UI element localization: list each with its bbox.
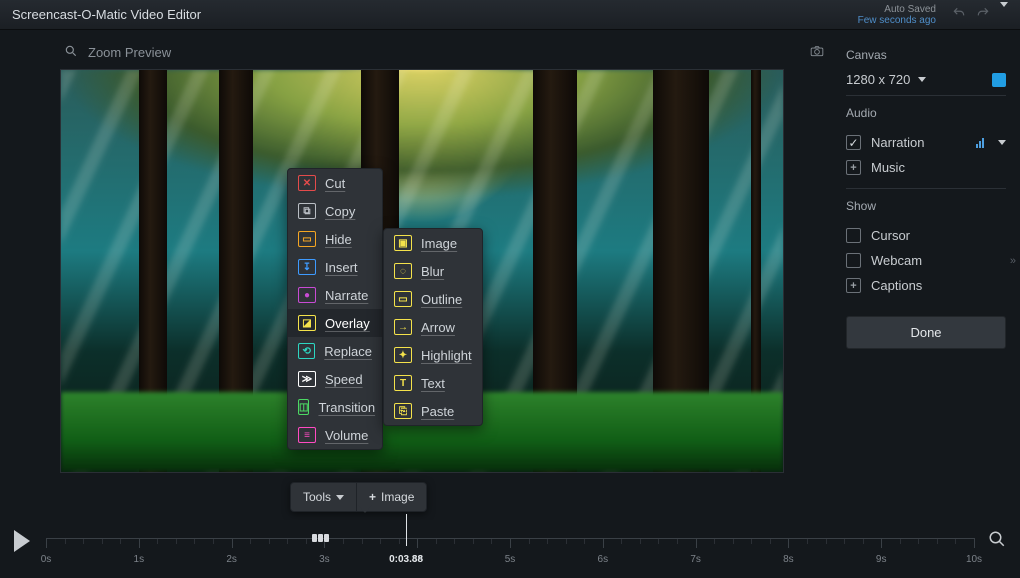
overlay-item-paste[interactable]: ⎘Paste [384,397,482,425]
tools-item-volume[interactable]: ≡Volume [288,421,382,449]
copy-icon: ⧉ [298,203,316,219]
show-header: Show [846,199,1006,213]
chevron-down-icon [336,495,344,500]
tools-item-narrate[interactable]: ●Narrate [288,281,382,309]
search-icon [64,44,78,61]
checkbox-empty-icon [846,253,861,268]
timeline-track[interactable]: 0s1s2s3s4s5s6s7s8s9s10s0:03.88 [46,538,974,568]
tick-label: 8s [783,554,794,565]
menu-caret-icon[interactable] [1000,7,1008,22]
canvas-background-swatch[interactable] [992,73,1006,87]
plus-box-icon [846,278,861,293]
overlay-submenu: ▣Image◌Blur▭Outline→Arrow✦HighlightTText… [383,228,483,426]
insert-icon: ↧ [298,259,316,275]
toolbar-pointer-icon [358,505,372,513]
overlay-icon: ◪ [298,315,316,331]
volume-icon: ≡ [298,427,316,443]
outline-icon: ▭ [394,291,412,307]
audio-header: Audio [846,106,1006,120]
text-icon: T [394,375,412,391]
play-button[interactable] [14,530,30,552]
checkbox-empty-icon [846,228,861,243]
overlay-item-image[interactable]: ▣Image [384,229,482,257]
add-captions-button[interactable]: Captions [846,273,1006,298]
snapshot-icon[interactable] [810,44,824,61]
overlay-item-arrow[interactable]: →Arrow [384,313,482,341]
chevron-down-icon[interactable] [998,140,1006,145]
zoom-preview-label[interactable]: Zoom Preview [88,45,171,60]
highlight-icon: ✦ [394,347,412,363]
overlay-item-text[interactable]: TText [384,369,482,397]
tools-item-replace[interactable]: ⟲Replace [288,337,382,365]
audio-level-icon [976,138,984,148]
side-panel: Canvas 1280 x 720 Audio Narration Music … [840,30,1020,520]
replace-icon: ⟲ [298,343,315,359]
overlay-item-highlight[interactable]: ✦Highlight [384,341,482,369]
image-icon: ▣ [394,235,412,251]
blur-icon: ◌ [394,263,412,279]
show-webcam-toggle[interactable]: Webcam » [846,248,1006,273]
canvas-header: Canvas [846,48,1006,62]
chevron-right-icon[interactable]: » [1010,255,1016,267]
overlay-item-blur[interactable]: ◌Blur [384,257,482,285]
tools-menu-button[interactable]: Tools [291,483,357,511]
speed-icon: ≫ [298,371,316,387]
narration-toggle[interactable]: Narration [846,130,1006,155]
playhead[interactable] [406,514,407,546]
tools-item-copy[interactable]: ⧉Copy [288,197,382,225]
titlebar: Screencast-O-Matic Video Editor Auto Sav… [0,0,1020,30]
tick-label: 2s [226,554,237,565]
timeline: 0s1s2s3s4s5s6s7s8s9s10s0:03.88 [0,520,1020,578]
show-cursor-toggle[interactable]: Cursor [846,223,1006,248]
narrate-icon: ● [298,287,316,303]
tick-label: 6s [598,554,609,565]
tick-label: 7s [690,554,701,565]
done-button[interactable]: Done [846,316,1006,349]
paste-icon: ⎘ [394,403,412,419]
tick-label: 3s [319,554,330,565]
clip-handles[interactable] [312,534,329,542]
tick-label: 0s [41,554,52,565]
tools-item-transition[interactable]: ◫Transition [288,393,382,421]
app-title: Screencast-O-Matic Video Editor [12,7,201,22]
tools-item-speed[interactable]: ≫Speed [288,365,382,393]
redo-icon[interactable] [976,6,990,23]
tools-item-hide[interactable]: ▭Hide [288,225,382,253]
tick-label: 5s [505,554,516,565]
autosave-status: Auto Saved Few seconds ago [858,4,936,26]
timeline-zoom-icon[interactable] [988,530,1006,553]
cut-icon: ✕ [298,175,316,191]
tools-item-cut[interactable]: ✕Cut [288,169,382,197]
tick-label: 9s [876,554,887,565]
tick-label: 10s [966,554,982,565]
tools-popup: ✕Cut⧉Copy▭Hide↧Insert●Narrate◪Overlay⟲Re… [287,168,383,450]
tick-label: 1s [134,554,145,565]
overlay-item-outline[interactable]: ▭Outline [384,285,482,313]
hide-icon: ▭ [298,231,316,247]
current-time: 0:03.88 [389,554,423,565]
checkbox-checked-icon [846,135,861,150]
transition-icon: ◫ [298,399,309,415]
plus-box-icon [846,160,861,175]
canvas-size-select[interactable]: 1280 x 720 [846,72,1006,87]
tools-item-overlay[interactable]: ◪Overlay [288,309,382,337]
add-music-button[interactable]: Music [846,155,1006,180]
undo-icon[interactable] [952,6,966,23]
tools-item-insert[interactable]: ↧Insert [288,253,382,281]
arrow-icon: → [394,319,412,335]
